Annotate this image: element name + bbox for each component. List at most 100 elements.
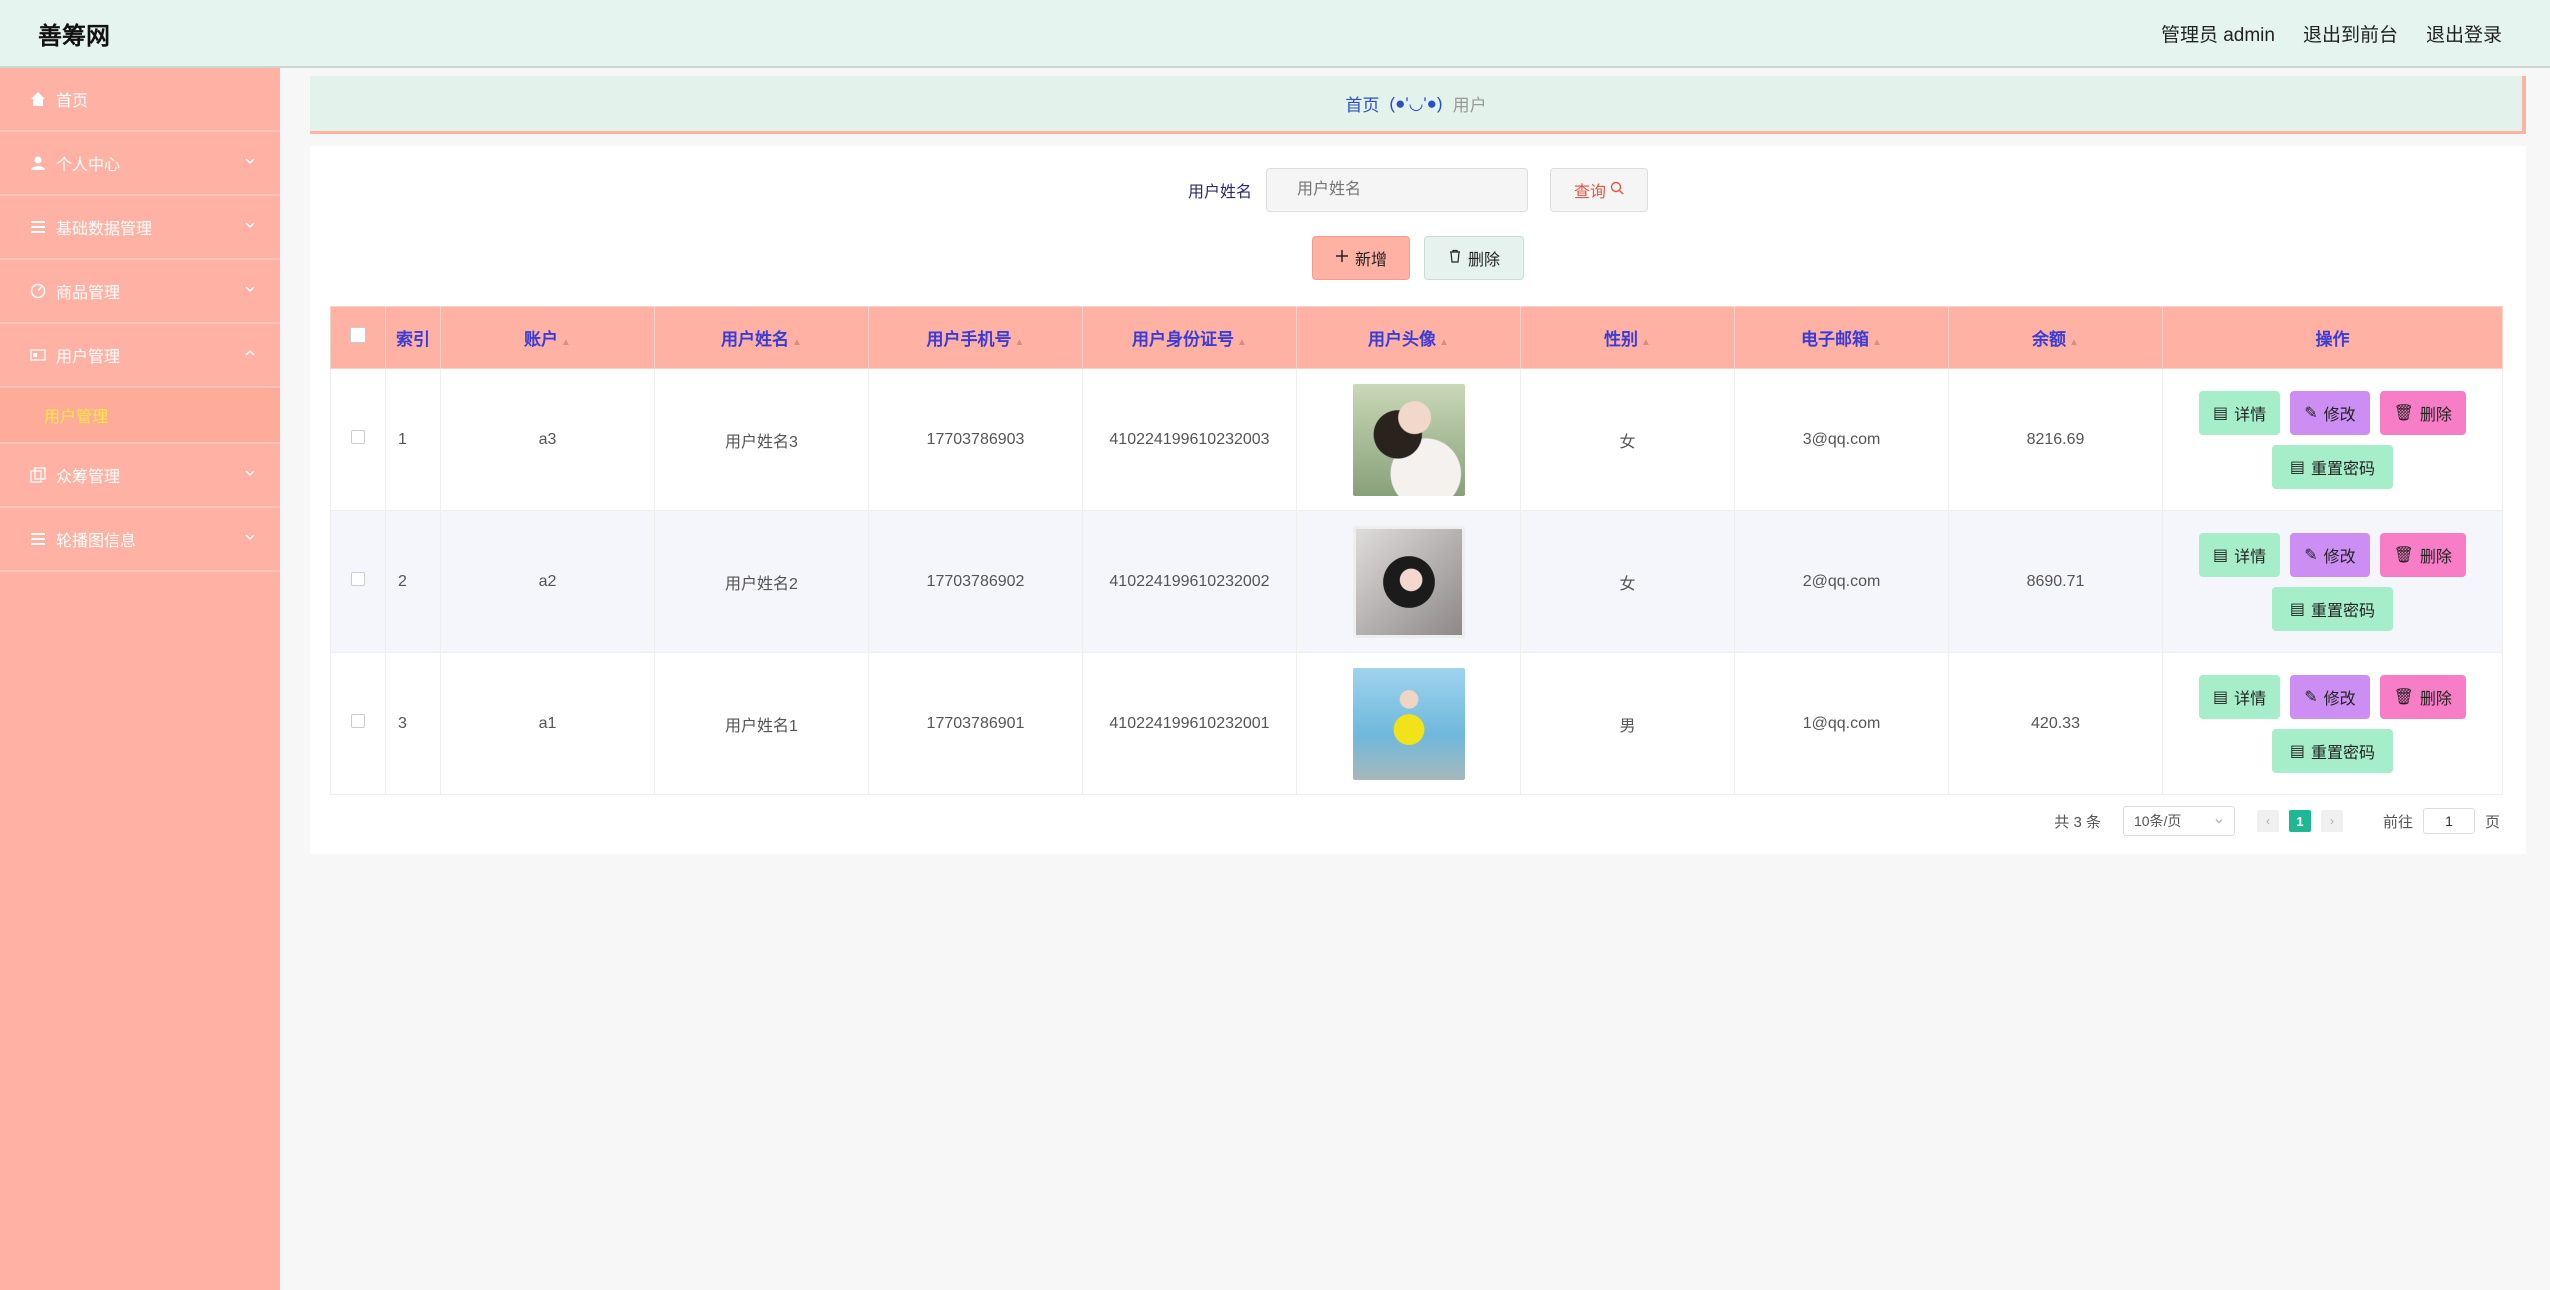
avatar [1352,667,1465,780]
document-icon: ▤ [2289,458,2306,476]
copy-icon [28,465,48,485]
column-header[interactable]: 电子邮箱 ▲ [1734,306,1949,369]
reset-password-button[interactable]: ▤ 重置密码 [2271,586,2394,631]
breadcrumb-home[interactable]: 首页 [1345,91,1379,116]
reset-password-button[interactable]: ▤ 重置密码 [2271,728,2394,773]
delete-button[interactable]: 🗑 删除 [2379,532,2466,577]
pagination-total: 共 3 条 [2054,813,2101,831]
column-header[interactable]: 用户身份证号 ▲ [1082,306,1297,369]
sidebar-item-personal-center[interactable]: 个人中心 [0,132,280,196]
cell-account: a3 [440,368,655,511]
row-checkbox[interactable] [351,572,365,586]
cell-id-card: 410224199610232003 [1082,368,1297,511]
plus-icon [1335,249,1349,268]
page-number-current[interactable]: 1 [2288,810,2311,832]
list-icon [28,217,48,237]
detail-button[interactable]: ▤ 详情 [2199,674,2281,719]
chevron-down-icon [244,282,256,300]
document-icon: ▤ [2213,404,2229,422]
add-button-label: 新增 [1354,252,1387,269]
column-header[interactable]: 用户手机号 ▲ [868,306,1083,369]
cell-name: 用户姓名1 [654,652,869,795]
column-header[interactable]: 余额 ▲ [1948,306,2163,369]
exit-to-front-link[interactable]: 退出到前台 [2303,20,2398,47]
cell-name: 用户姓名2 [654,510,869,653]
list-icon [28,529,48,549]
chevron-down-icon [244,530,256,548]
sort-icon: ▲ [1014,337,1025,348]
breadcrumb-separator: (●'◡'●) [1389,93,1443,113]
sidebar-item-crowdfunding[interactable]: 众筹管理 [0,444,280,508]
cell-account: a2 [440,510,655,653]
cell-actions: ▤ 详情 ✎ 修改 🗑 删除 ▤ 重置密码 [2162,510,2503,653]
edit-button[interactable]: ✎ 修改 [2290,390,2370,435]
sidebar-subitem-user-management[interactable]: 用户管理 [0,388,280,444]
sidebar-item-products[interactable]: 商品管理 [0,260,280,324]
cell-gender: 女 [1520,368,1735,511]
search-icon [1610,181,1624,200]
cell-id-card: 410224199610232002 [1082,510,1297,653]
cell-phone: 17703786901 [868,652,1083,795]
delete-button[interactable]: 🗑 删除 [2379,390,2466,435]
detail-button[interactable]: ▤ 详情 [2199,390,2281,435]
edit-button[interactable]: ✎ 修改 [2290,532,2370,577]
chevron-down-icon [244,218,256,236]
column-header[interactable]: 用户姓名 ▲ [654,306,869,369]
cell-avatar [1296,368,1521,511]
users-table: 索引 账户 ▲ 用户姓名 ▲ 用户手机号 ▲ 用户身份证号 ▲ 用户头像 ▲ 性别 ▲ 电子… [330,306,2503,795]
row-checkbox[interactable] [351,430,365,444]
chevron-up-icon [244,346,256,364]
cell-actions: ▤ 详情 ✎ 修改 🗑 删除 ▤ 重置密码 [2162,368,2503,511]
next-page-button[interactable]: › [2320,810,2343,832]
sort-icon: ▲ [2069,337,2079,348]
sidebar-item-label: 个人中心 [56,157,121,174]
sort-icon: ▲ [1237,337,1247,348]
cell-avatar [1296,652,1521,795]
sidebar: 首页 个人中心 基础数据管理 商品管理 用户管理 用户管理 众筹管理 轮播图信息 [0,68,280,1290]
pencil-icon: ✎ [2304,546,2318,564]
user-icon [28,153,48,173]
sidebar-item-base-data[interactable]: 基础数据管理 [0,196,280,260]
avatar [1352,383,1465,496]
page-size-select[interactable]: 10条/页 [2122,806,2235,836]
cell-actions: ▤ 详情 ✎ 修改 🗑 删除 ▤ 重置密码 [2162,652,2503,795]
add-button[interactable]: 新增 [1312,236,1410,280]
top-links: 管理员 admin 退出到前台 退出登录 [2161,20,2502,47]
sidebar-item-label: 众筹管理 [56,469,121,486]
prev-page-button[interactable]: ‹ [2256,810,2279,832]
sidebar-item-label: 用户管理 [56,349,121,366]
sidebar-item-carousel[interactable]: 轮播图信息 [0,508,280,572]
breadcrumb: 首页 (●'◡'●) 用户 [310,76,2526,134]
query-button[interactable]: 查询 [1550,168,1648,212]
document-icon: ▤ [2289,742,2306,760]
logout-link[interactable]: 退出登录 [2426,20,2502,47]
detail-button[interactable]: ▤ 详情 [2199,532,2281,577]
bulk-delete-button[interactable]: 删除 [1424,236,1524,280]
column-header[interactable]: 用户头像 ▲ [1296,306,1521,369]
pencil-icon: ✎ [2304,404,2318,422]
column-header[interactable]: 账户 ▲ [440,306,655,369]
row-checkbox[interactable] [351,714,365,728]
reset-password-button[interactable]: ▤ 重置密码 [2271,444,2394,489]
search-bar: 用户姓名 查询 [310,168,2526,212]
admin-label: 管理员 admin [2160,24,2275,46]
document-icon: ▤ [2213,688,2229,706]
edit-button[interactable]: ✎ 修改 [2290,674,2370,719]
cell-balance: 8216.69 [1948,368,2163,511]
cell-email: 2@qq.com [1734,510,1949,653]
sidebar-item-users[interactable]: 用户管理 [0,324,280,388]
search-input[interactable] [1266,168,1528,212]
gauge-icon [28,281,48,301]
cell-avatar [1296,510,1521,653]
card-icon [28,345,48,365]
goto-page-input[interactable] [2422,808,2475,834]
cell-balance: 8690.71 [1948,510,2163,653]
row-select-cell [330,652,386,795]
sidebar-item-home[interactable]: 首页 [0,68,280,132]
pencil-icon: ✎ [2304,688,2318,706]
delete-button[interactable]: 🗑 删除 [2379,674,2466,719]
trash-icon: 🗑 [2393,546,2414,564]
column-header[interactable]: 性别 ▲ [1520,306,1735,369]
select-all-checkbox[interactable] [350,327,366,343]
goto-suffix: 页 [2484,813,2500,831]
